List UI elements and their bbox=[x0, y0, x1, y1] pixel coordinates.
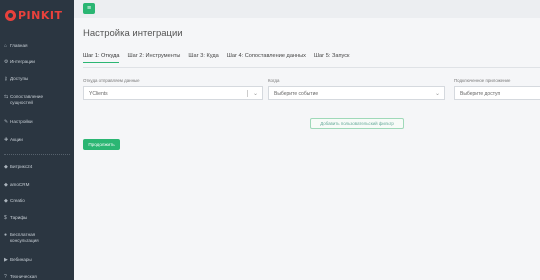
sidebar-item-promotions[interactable]: ✚ Акции bbox=[0, 137, 27, 143]
sidebar-item-label: Сопоставление сущностей bbox=[10, 94, 44, 105]
logo-text: PINKIT bbox=[18, 8, 63, 22]
tab-step-3[interactable]: Шаг 3: Куда bbox=[188, 53, 218, 63]
sidebar-item-consultation[interactable]: ● Бесплатная консультация bbox=[0, 232, 66, 244]
event-select[interactable]: Выберите событие ⌄ bbox=[268, 86, 445, 100]
sidebar-item-label: Акции bbox=[10, 137, 23, 142]
hamburger-icon: ≡ bbox=[86, 5, 92, 12]
sidebar-item-support[interactable]: ? Техническая bbox=[0, 274, 41, 280]
sidebar-item-label: Главная bbox=[10, 43, 28, 48]
event-select-value: Выберите событие bbox=[274, 91, 319, 97]
continue-button[interactable]: Продолжить bbox=[83, 139, 120, 150]
chevron-down-icon[interactable]: ⌄ bbox=[253, 90, 258, 97]
tab-step-4[interactable]: Шаг 4: Сопоставление данных bbox=[227, 53, 306, 63]
sidebar: PINKIT ⌂ Главная ⚙ Интеграции ⚷ Доступы … bbox=[0, 0, 74, 280]
app-select[interactable]: Выберите доступ bbox=[454, 86, 540, 100]
source-select[interactable]: YClients ⌄ bbox=[83, 86, 263, 100]
sidebar-item-label: Техническая bbox=[10, 274, 37, 279]
chevron-down-icon[interactable]: ⌄ bbox=[435, 90, 440, 97]
add-custom-filter-button[interactable]: Добавить пользовательский фильтр bbox=[310, 118, 404, 129]
select-separator bbox=[247, 90, 248, 97]
sidebar-item-access[interactable]: ⚷ Доступы bbox=[0, 76, 32, 82]
sidebar-item-label: Доступы bbox=[10, 76, 29, 81]
sidebar-item-label: Тарифы bbox=[10, 215, 28, 220]
tab-step-5[interactable]: Шаг 5: Запуск bbox=[314, 53, 350, 63]
sidebar-item-webinars[interactable]: ▶ Вебинары bbox=[0, 257, 36, 263]
app-select-value: Выберите доступ bbox=[460, 91, 501, 97]
tab-step-2[interactable]: Шаг 2: Инструменты bbox=[127, 53, 180, 63]
sidebar-item-label: Битрикс24 bbox=[10, 164, 33, 169]
sidebar-item-bitrix24[interactable]: ◆ Битрикс24 bbox=[0, 164, 36, 170]
logo[interactable]: PINKIT bbox=[5, 8, 62, 22]
sidebar-item-label: Creatio bbox=[10, 198, 25, 203]
sidebar-item-creatio[interactable]: ◆ Creatio bbox=[0, 198, 29, 204]
sidebar-item-integrations[interactable]: ⚙ Интеграции bbox=[0, 59, 39, 65]
source-label: Откуда отправляем данные bbox=[83, 78, 140, 83]
sidebar-item-label: Бесплатная консультация bbox=[10, 232, 39, 243]
app-label: Подключенное приложение bbox=[454, 78, 511, 83]
menu-toggle-button[interactable]: ≡ bbox=[83, 3, 95, 14]
sidebar-item-home[interactable]: ⌂ Главная bbox=[0, 43, 31, 49]
sidebar-item-pricing[interactable]: $ Тарифы bbox=[0, 215, 31, 221]
sidebar-item-label: amoCRM bbox=[10, 182, 30, 187]
source-select-value: YClients bbox=[89, 91, 108, 97]
sidebar-item-label: Вебинары bbox=[10, 257, 32, 262]
logo-icon bbox=[5, 9, 16, 21]
topbar: ≡ bbox=[74, 0, 540, 18]
event-label: Когда bbox=[268, 78, 280, 83]
tabs-divider bbox=[83, 67, 540, 68]
wizard-tabs: Шаг 1: Откуда Шаг 2: Инструменты Шаг 3: … bbox=[83, 53, 357, 63]
sidebar-divider bbox=[4, 154, 70, 155]
tab-step-1[interactable]: Шаг 1: Откуда bbox=[83, 53, 120, 63]
sidebar-item-entity-mapping[interactable]: ⇆ Сопоставление сущностей bbox=[0, 94, 66, 106]
page-title: Настройка интеграции bbox=[83, 28, 183, 39]
sidebar-item-label: Интеграции bbox=[10, 59, 35, 64]
sidebar-item-label: Настройки bbox=[10, 119, 33, 124]
sidebar-item-amocrm[interactable]: ◆ amoCRM bbox=[0, 182, 33, 188]
sidebar-item-settings[interactable]: ✎ Настройки bbox=[0, 119, 37, 125]
